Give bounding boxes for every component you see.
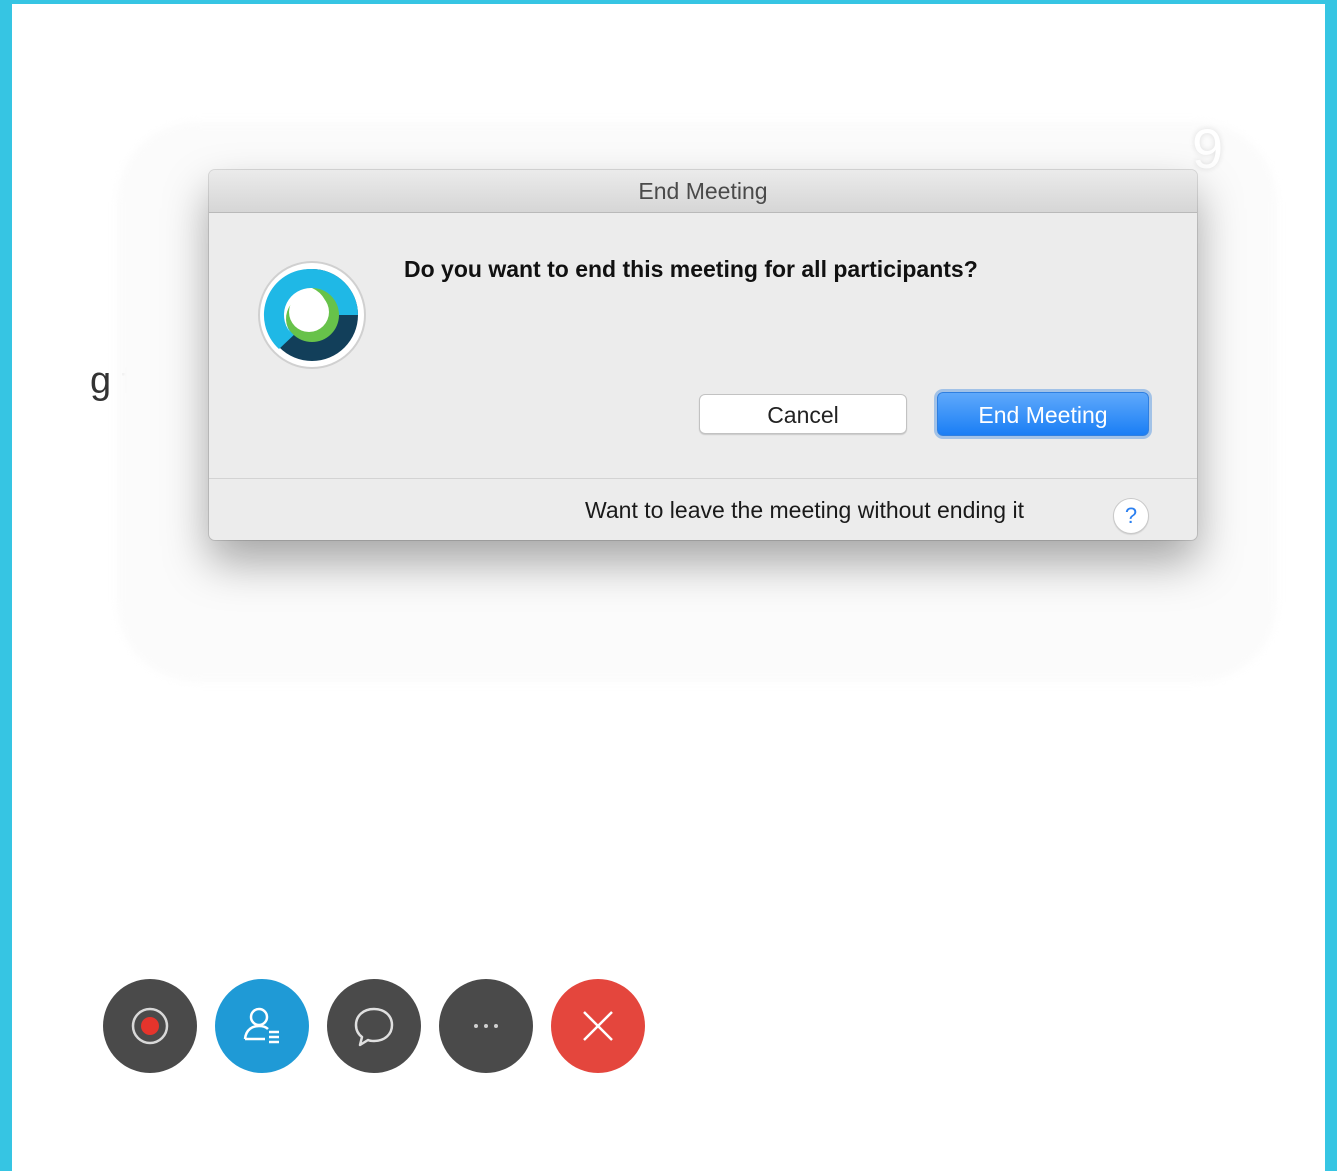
window-frame: g for c 9 End Meeting Do you want to end… [0, 0, 1337, 1171]
leave-meeting-text: Want to leave the meeting without ending… [585, 497, 1024, 523]
more-options-button[interactable] [439, 979, 533, 1073]
webex-logo-icon [258, 261, 366, 369]
cancel-button[interactable]: Cancel [699, 394, 907, 434]
close-icon [583, 1011, 613, 1041]
dialog-message: Do you want to end this meeting for all … [404, 256, 978, 282]
participants-icon [243, 1007, 279, 1044]
end-meeting-button[interactable]: End Meeting [937, 392, 1149, 436]
more-icon [474, 1024, 498, 1028]
participants-button[interactable] [215, 979, 309, 1073]
chat-icon [354, 1007, 394, 1047]
dialog-title: End Meeting [209, 170, 1197, 213]
record-icon [131, 1007, 169, 1045]
record-button[interactable] [103, 979, 197, 1073]
dialog-divider [209, 478, 1197, 479]
leave-meeting-button[interactable] [551, 979, 645, 1073]
help-button[interactable]: ? [1113, 498, 1149, 534]
chat-button[interactable] [327, 979, 421, 1073]
end-meeting-dialog: End Meeting Do you want to end this meet… [209, 170, 1197, 540]
